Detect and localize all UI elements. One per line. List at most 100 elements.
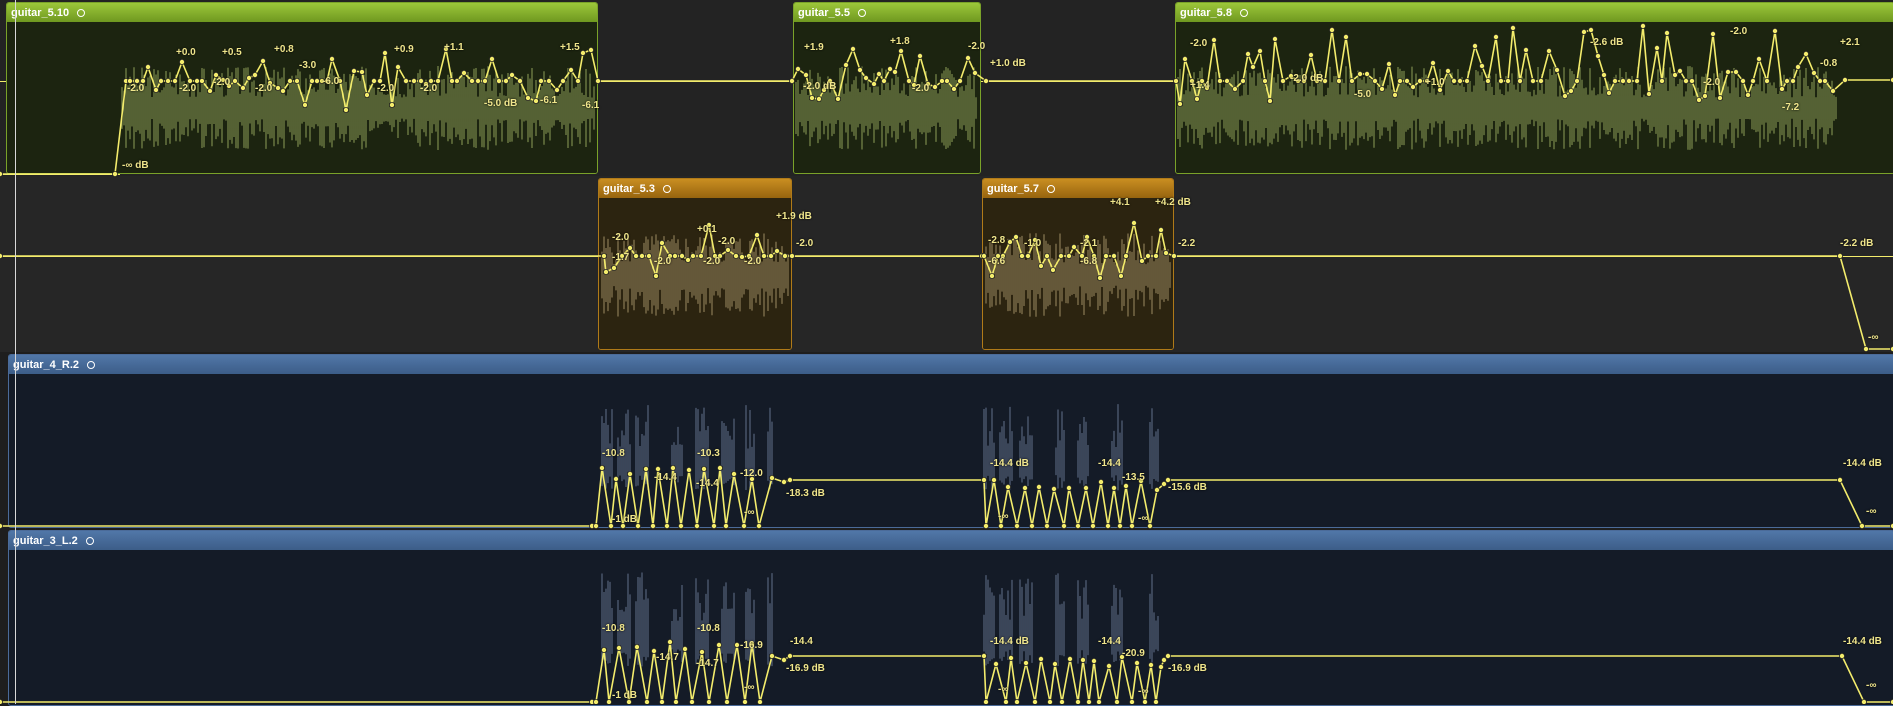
automation-point[interactable] — [725, 246, 732, 253]
automation-point[interactable] — [1837, 476, 1844, 483]
automation-point[interactable] — [603, 268, 610, 275]
automation-point[interactable] — [554, 87, 561, 94]
automation-point[interactable] — [1007, 238, 1014, 245]
automation-point[interactable] — [787, 476, 794, 483]
automation-point[interactable] — [781, 478, 788, 485]
automation-point[interactable] — [1772, 27, 1779, 34]
automation-point[interactable] — [1710, 30, 1717, 37]
automation-point[interactable] — [983, 78, 990, 85]
automation-point[interactable] — [863, 75, 870, 82]
automation-point[interactable] — [711, 523, 718, 530]
automation-point[interactable] — [279, 88, 286, 95]
automation-point[interactable] — [1842, 77, 1849, 84]
automation-point[interactable] — [989, 272, 996, 279]
automation-point[interactable] — [1023, 660, 1030, 667]
automation-point[interactable] — [1066, 484, 1073, 491]
automation-point[interactable] — [1795, 64, 1802, 71]
automation-point[interactable] — [1493, 34, 1500, 41]
automation-point[interactable] — [857, 67, 864, 74]
automation-point[interactable] — [231, 78, 238, 85]
automation-point[interactable] — [402, 78, 409, 85]
automation-point[interactable] — [1217, 78, 1224, 85]
automation-point[interactable] — [239, 85, 246, 92]
automation-point[interactable] — [1445, 68, 1452, 75]
automation-point[interactable] — [682, 646, 689, 653]
automation-point[interactable] — [1044, 523, 1051, 530]
automation-point[interactable] — [646, 252, 653, 259]
automation-point[interactable] — [803, 72, 810, 79]
automation-point[interactable] — [965, 55, 972, 62]
automation-point[interactable] — [363, 92, 370, 99]
automation-point[interactable] — [1123, 482, 1130, 489]
automation-point[interactable] — [1764, 78, 1771, 85]
automation-point[interactable] — [1051, 485, 1058, 492]
automation-point[interactable] — [495, 78, 502, 85]
automation-point[interactable] — [394, 64, 401, 71]
automation-point[interactable] — [769, 474, 776, 481]
automation-point[interactable] — [1822, 78, 1829, 85]
automation-point[interactable] — [328, 56, 335, 63]
automation-point[interactable] — [756, 523, 763, 530]
automation-point[interactable] — [1036, 483, 1043, 490]
automation-point[interactable] — [1683, 78, 1690, 85]
automation-point[interactable] — [1106, 663, 1113, 670]
automation-point[interactable] — [1111, 252, 1118, 259]
automation-point[interactable] — [816, 96, 823, 103]
automation-point[interactable] — [1032, 699, 1038, 704]
automation-point[interactable] — [741, 523, 748, 530]
automation-point[interactable] — [588, 47, 595, 54]
automation-point[interactable] — [1464, 78, 1471, 85]
automation-point[interactable] — [717, 464, 724, 471]
automation-point[interactable] — [1044, 252, 1051, 259]
automation-point[interactable] — [178, 59, 185, 66]
automation-point[interactable] — [1161, 657, 1168, 664]
automation-point[interactable] — [1262, 78, 1269, 85]
automation-point[interactable] — [1725, 69, 1732, 76]
automation-point[interactable] — [724, 699, 730, 704]
automation-point[interactable] — [593, 699, 599, 704]
automation-point[interactable] — [787, 653, 794, 660]
automation-point[interactable] — [1029, 523, 1036, 530]
automation-point[interactable] — [998, 523, 1005, 530]
automation-point[interactable] — [370, 78, 377, 85]
automation-point[interactable] — [1601, 72, 1608, 79]
automation-point[interactable] — [1357, 71, 1364, 78]
automation-point[interactable] — [809, 95, 816, 102]
automation-point[interactable] — [939, 78, 946, 85]
automation-point[interactable] — [1349, 78, 1356, 85]
automation-point[interactable] — [1372, 78, 1379, 85]
automation-point[interactable] — [1148, 662, 1155, 669]
automation-point[interactable] — [606, 699, 612, 704]
automation-point[interactable] — [1790, 78, 1797, 85]
automation-point[interactable] — [1066, 252, 1073, 259]
automation-point[interactable] — [381, 50, 388, 57]
automation-point[interactable] — [546, 78, 553, 85]
automation-point[interactable] — [1830, 88, 1837, 95]
automation-point[interactable] — [245, 75, 252, 82]
automation-point[interactable] — [991, 476, 998, 483]
automation-point[interactable] — [1386, 61, 1393, 68]
automation-point[interactable] — [599, 464, 606, 471]
automation-point[interactable] — [672, 252, 679, 259]
automation-point[interactable] — [286, 78, 293, 85]
automation-point[interactable] — [678, 523, 685, 530]
automation-point[interactable] — [410, 78, 417, 85]
automation-point[interactable] — [1013, 233, 1020, 240]
automation-point[interactable] — [876, 71, 883, 78]
automation-point[interactable] — [664, 523, 671, 530]
automation-point[interactable] — [1554, 67, 1561, 74]
automation-point[interactable] — [1392, 92, 1399, 99]
automation-point[interactable] — [789, 252, 796, 259]
automation-point[interactable] — [1451, 78, 1458, 85]
automation-point[interactable] — [1158, 664, 1165, 671]
automation-point[interactable] — [1472, 43, 1479, 50]
automation-point[interactable] — [508, 72, 515, 79]
automation-point[interactable] — [1417, 78, 1424, 85]
automation-point[interactable] — [1052, 661, 1059, 668]
automation-point[interactable] — [881, 78, 888, 85]
automation-point[interactable] — [981, 252, 988, 259]
automation-point[interactable] — [1014, 523, 1021, 530]
automation-point[interactable] — [358, 69, 365, 76]
automation-point[interactable] — [887, 66, 894, 73]
automation-point[interactable] — [634, 644, 641, 651]
